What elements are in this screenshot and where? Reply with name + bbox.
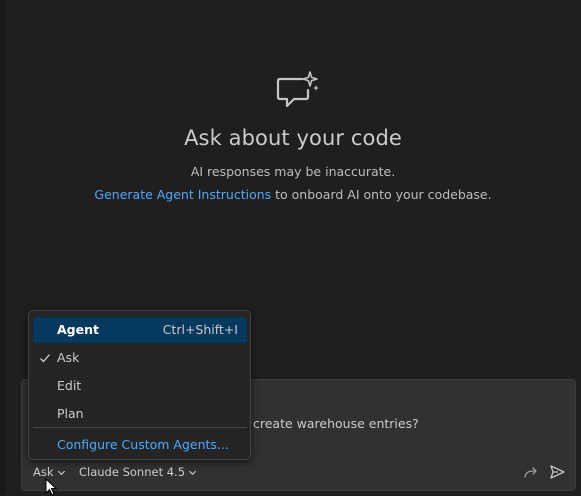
menu-item-label: Plan	[57, 406, 84, 421]
forward-arrow-icon[interactable]	[523, 464, 539, 480]
instructions-suffix: to onboard AI onto your codebase.	[271, 187, 492, 202]
generate-agent-instructions-link[interactable]: Generate Agent Instructions	[94, 187, 271, 202]
menu-item-label: Agent	[57, 322, 99, 337]
menu-item-label: Edit	[57, 378, 82, 393]
check-icon	[40, 354, 50, 363]
model-picker-button[interactable]: Claude Sonnet 4.5	[79, 465, 197, 479]
menu-separator	[33, 427, 247, 428]
menu-item-ask[interactable]: Ask	[33, 345, 247, 371]
mode-picker-label: Ask	[33, 465, 54, 479]
chevron-down-icon	[189, 470, 197, 475]
send-icon[interactable]	[549, 464, 565, 480]
chat-input-text[interactable]: create warehouse entries?	[253, 416, 419, 431]
instructions-line: Generate Agent Instructions to onboard A…	[5, 187, 581, 202]
disclaimer-text: AI responses may be inaccurate.	[190, 164, 396, 179]
mode-dropdown-menu: Agent Ctrl+Shift+I Ask Edit Plan Configu…	[28, 310, 251, 460]
menu-item-agent[interactable]: Agent Ctrl+Shift+I	[33, 317, 247, 343]
menu-item-label: Configure Custom Agents...	[57, 437, 229, 452]
chevron-down-icon	[57, 470, 65, 475]
menu-item-shortcut: Ctrl+Shift+I	[162, 322, 238, 337]
configure-custom-agents-item[interactable]: Configure Custom Agents...	[33, 432, 247, 458]
welcome-title: Ask about your code	[184, 126, 402, 150]
model-picker-label: Claude Sonnet 4.5	[79, 465, 186, 479]
mouse-pointer-icon	[45, 478, 58, 496]
menu-item-label: Ask	[57, 350, 80, 365]
mode-picker-button[interactable]: Ask	[33, 465, 66, 479]
menu-item-plan[interactable]: Plan	[33, 401, 247, 427]
menu-item-edit[interactable]: Edit	[33, 373, 247, 399]
chat-sparkle-icon	[276, 71, 319, 108]
